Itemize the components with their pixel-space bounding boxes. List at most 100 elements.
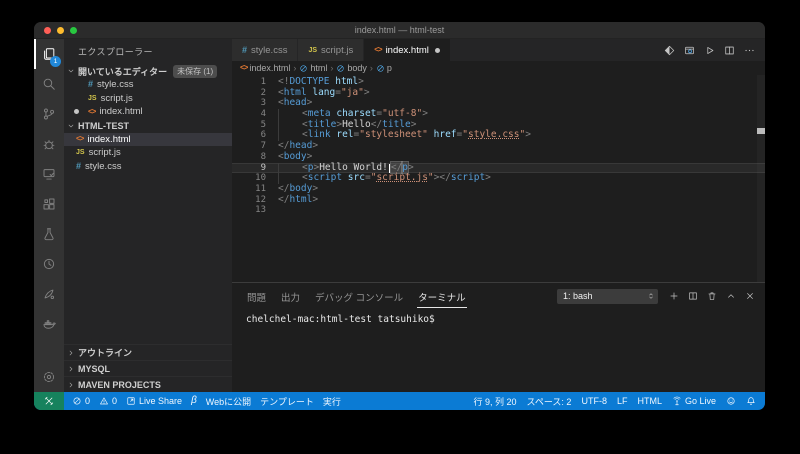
code-token: >: [312, 183, 318, 194]
activity-extensions[interactable]: [34, 189, 64, 219]
tab-style.css[interactable]: #style.css: [232, 39, 298, 61]
zoom-button[interactable]: [70, 27, 77, 34]
file-script.js[interactable]: JSscript.js: [64, 146, 232, 160]
status-publish-to-web[interactable]: Webに公開: [206, 395, 251, 408]
code-token: >: [312, 140, 318, 151]
code-token: </: [278, 194, 289, 205]
breadcrumb-index.html[interactable]: <>index.html: [240, 63, 290, 73]
symbol-icon: [376, 64, 385, 73]
text-cursor: [389, 164, 390, 173]
code-token: src: [348, 172, 365, 183]
status-label: LF: [617, 396, 628, 406]
code-token: head: [289, 140, 312, 151]
css-icon: #: [88, 80, 93, 89]
activity-explorer[interactable]: 1: [34, 39, 64, 69]
dirty-slot: [72, 109, 88, 114]
activity-live-feed[interactable]: [34, 279, 64, 309]
activity-remote-explorer[interactable]: [34, 159, 64, 189]
editor-group: #style.cssJSscript.js<>index.html <>inde…: [232, 39, 765, 392]
code-token: html: [335, 76, 358, 87]
line-number: 4: [232, 109, 278, 120]
tab-index.html[interactable]: <>index.html: [364, 39, 451, 61]
status-go-live[interactable]: Go Live: [672, 396, 716, 406]
tab-script.js[interactable]: JSscript.js: [298, 39, 364, 61]
panel-tab-出力[interactable]: 出力: [280, 285, 301, 308]
split-editor-icon[interactable]: [724, 45, 735, 56]
editor-scrollbar[interactable]: [757, 75, 765, 282]
open-editor-index.html[interactable]: <>index.html: [64, 105, 232, 119]
activity-debug[interactable]: [34, 129, 64, 159]
activity-docker[interactable]: [34, 309, 64, 339]
file-index.html[interactable]: <>index.html: [64, 133, 232, 147]
folder-header[interactable]: HTML-TEST: [64, 119, 232, 133]
status-problems-errors[interactable]: 0: [72, 396, 90, 406]
bell-icon: [746, 396, 756, 406]
status-encoding[interactable]: UTF-8: [581, 396, 607, 406]
status-problems-warnings[interactable]: 0: [99, 396, 117, 406]
code-token: >: [307, 97, 313, 108]
open-in-browser-icon[interactable]: [684, 45, 695, 56]
status-label: HTML: [637, 396, 662, 406]
code-token: >: [408, 162, 414, 173]
code-token: </: [278, 183, 289, 194]
activity-search[interactable]: [34, 69, 64, 99]
new-terminal-icon[interactable]: [669, 291, 679, 301]
panel-tab-ターミナル[interactable]: ターミナル: [417, 285, 467, 308]
shell-selector[interactable]: 1: bash: [557, 289, 658, 304]
status-template[interactable]: テンプレート: [260, 395, 314, 408]
activity-time-tracker[interactable]: [34, 249, 64, 279]
open-editors-header[interactable]: 開いているエディター 未保存 (1): [64, 64, 232, 78]
code-token: lang: [312, 87, 335, 98]
open-editor-script.js[interactable]: JSscript.js: [64, 92, 232, 106]
status-notifications[interactable]: [746, 396, 756, 406]
status-eol[interactable]: LF: [617, 396, 628, 406]
panel-tab-デバッグ コンソール[interactable]: デバッグ コンソール: [314, 285, 404, 308]
file-name: index.html: [99, 106, 142, 117]
activity-settings[interactable]: [34, 362, 64, 392]
file-name: style.css: [85, 161, 121, 172]
code-token: >: [485, 172, 491, 183]
activity-test-explorer[interactable]: [34, 219, 64, 249]
status-feedback[interactable]: [726, 396, 736, 406]
status-live-share[interactable]: Live Share: [126, 396, 182, 406]
section-mysql[interactable]: MYSQL: [64, 360, 232, 376]
panel-tab-問題[interactable]: 問題: [246, 285, 267, 308]
breadcrumb-separator: ›: [330, 63, 333, 73]
breadcrumb-body[interactable]: body: [336, 63, 367, 73]
status-run-task[interactable]: 実行: [323, 395, 341, 408]
file-style.css[interactable]: #style.css: [64, 160, 232, 174]
close-button[interactable]: [44, 27, 51, 34]
maximize-panel-icon[interactable]: [726, 291, 736, 301]
activity-source-control[interactable]: [34, 99, 64, 129]
split-terminal-icon[interactable]: [688, 291, 698, 301]
kill-terminal-icon[interactable]: [707, 291, 717, 301]
open-preview-icon[interactable]: [664, 45, 675, 56]
code-token: </: [278, 140, 289, 151]
js-icon: JS: [308, 47, 317, 54]
more-actions-icon[interactable]: [744, 45, 755, 56]
breadcrumb-p[interactable]: p: [376, 63, 392, 73]
titlebar[interactable]: index.html — html-test: [34, 22, 765, 39]
code-editor[interactable]: 1<!DOCTYPE html>2<html lang="ja">3<head>…: [232, 75, 765, 282]
status-beta-extension[interactable]: β: [191, 396, 197, 406]
status-indentation[interactable]: スペース: 2: [527, 395, 572, 408]
section-maven-projects[interactable]: MAVEN PROJECTS: [64, 376, 232, 392]
status-language-mode[interactable]: HTML: [637, 396, 662, 406]
remote-indicator[interactable]: [34, 392, 64, 410]
minimize-button[interactable]: [57, 27, 64, 34]
chev-right-icon: [67, 349, 75, 357]
status-label: Go Live: [685, 396, 716, 406]
close-panel-icon[interactable]: [745, 291, 755, 301]
terminal-output[interactable]: chelchel-mac:html-test tatsuhiko$: [232, 309, 765, 325]
open-editor-style.css[interactable]: #style.css: [64, 78, 232, 92]
run-code-icon[interactable]: [704, 45, 715, 56]
breadcrumb-html[interactable]: html: [299, 63, 327, 73]
code-token: </: [439, 172, 450, 183]
section-アウトライン[interactable]: アウトライン: [64, 344, 232, 360]
code-token: rel: [336, 129, 353, 140]
code-line-12[interactable]: 12</html>: [232, 195, 765, 206]
status-cursor-position[interactable]: 行 9, 列 20: [473, 395, 516, 408]
line-number: 7: [232, 141, 278, 152]
code-token: >: [364, 87, 370, 98]
code-line-13[interactable]: 13: [232, 205, 765, 216]
